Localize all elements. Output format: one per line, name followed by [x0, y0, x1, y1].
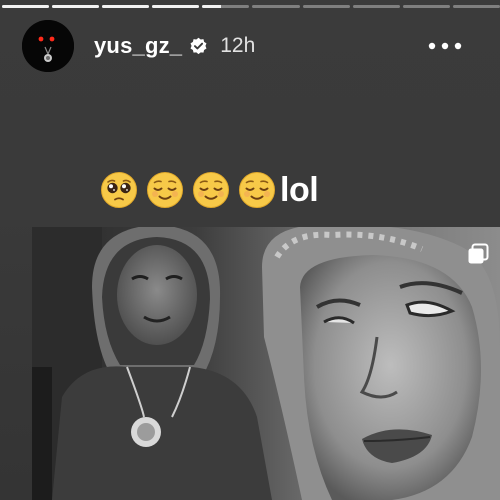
story-header: yus_gz_ 12h: [22, 18, 500, 74]
caption-text: lol: [280, 171, 319, 209]
avatar-image: [22, 20, 74, 72]
story-progress-fill: [52, 5, 100, 8]
verified-badge-icon: [189, 37, 208, 56]
pleading-face-icon: [100, 171, 138, 209]
relieved-face-icon: [192, 171, 230, 209]
story-progress-segment: [252, 5, 300, 8]
more-horizontal-icon: [428, 42, 462, 50]
story-progress-segment: [352, 5, 400, 8]
story-progress-segment: [452, 5, 500, 8]
story-progress-segment: [2, 5, 50, 8]
story-progress-fill: [202, 5, 222, 8]
story-progress-bar: [0, 5, 500, 8]
shared-post-photo[interactable]: [32, 227, 500, 500]
story-progress-segment: [302, 5, 350, 8]
avatar[interactable]: [22, 20, 74, 72]
post-time: 12h: [220, 34, 256, 57]
relieved-face-icon: [146, 171, 184, 209]
story-caption: lol: [100, 170, 319, 210]
story-progress-segment: [152, 5, 200, 8]
relieved-face-icon: [238, 171, 276, 209]
story-progress-segment: [402, 5, 450, 8]
more-options-button[interactable]: [420, 32, 470, 60]
story-progress-fill: [102, 5, 150, 8]
story-progress-fill: [152, 5, 200, 8]
story-progress-segment: [202, 5, 250, 8]
username[interactable]: yus_gz_: [94, 33, 182, 59]
story-progress-segment: [102, 5, 150, 8]
post-image: [32, 227, 500, 500]
story-progress-segment: [52, 5, 100, 8]
story-progress-fill: [2, 5, 50, 8]
multiple-photos-icon: [467, 243, 489, 265]
story-viewer[interactable]: yus_gz_ 12h lol: [0, 0, 500, 500]
